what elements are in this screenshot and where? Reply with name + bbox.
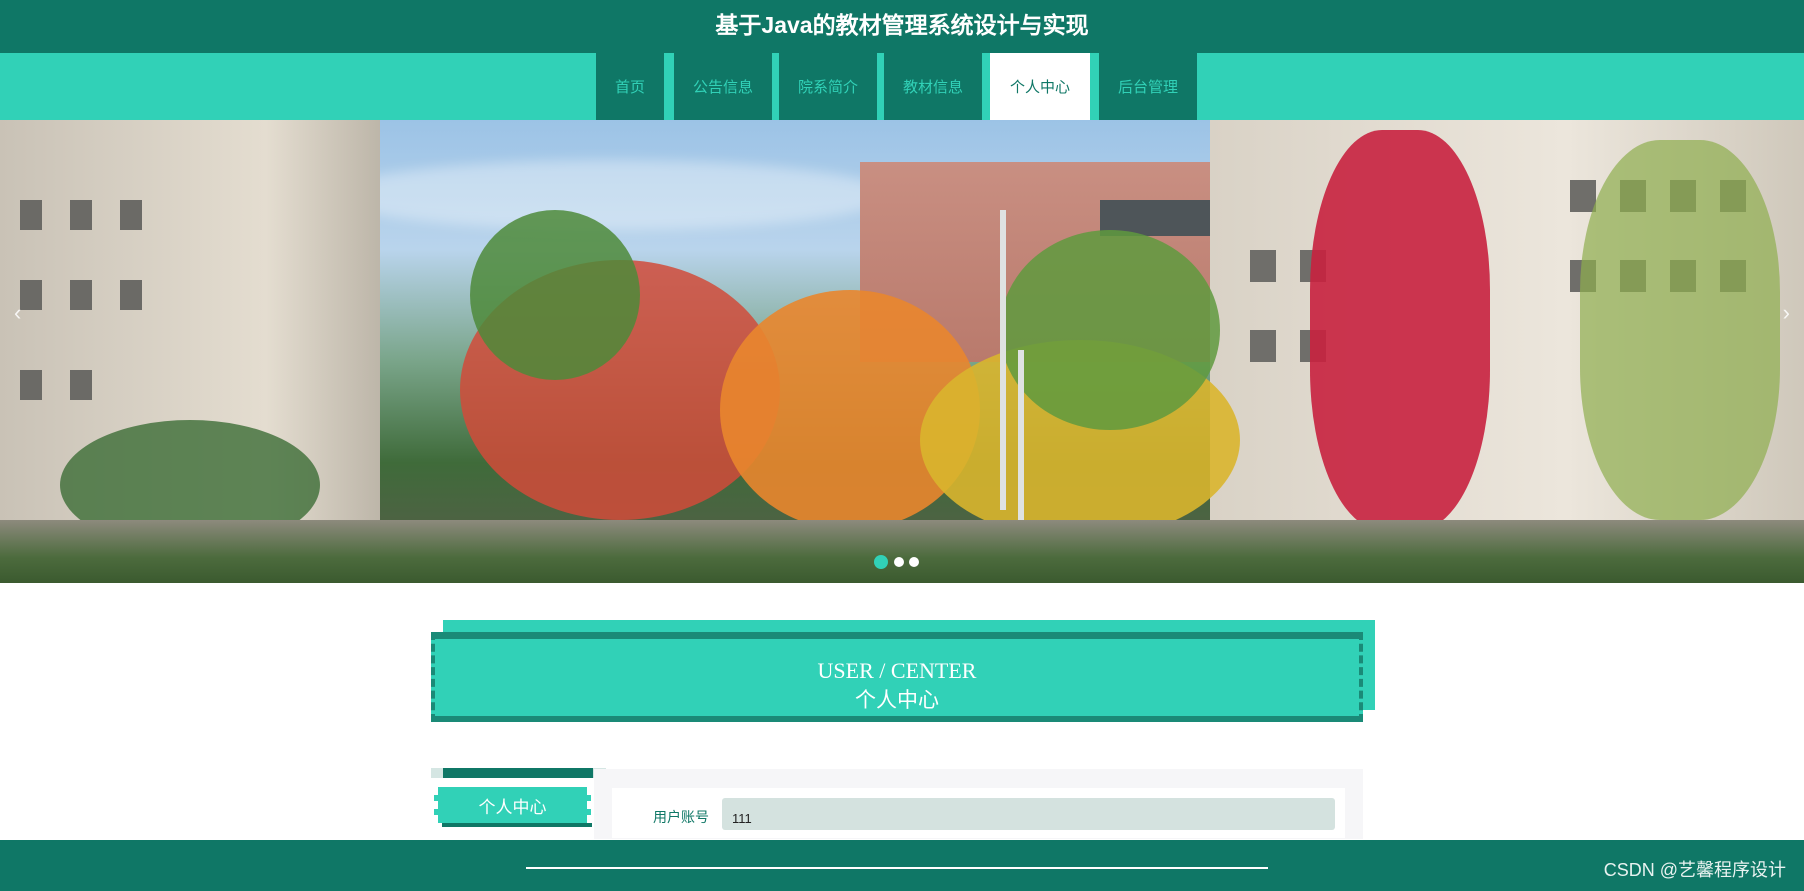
nav-home[interactable]: 首页 bbox=[596, 53, 664, 120]
banner-lamp-post bbox=[1000, 210, 1006, 510]
carousel-dot-3[interactable] bbox=[909, 557, 919, 567]
csdn-watermark: CSDN @艺馨程序设计 bbox=[1603, 860, 1786, 880]
footer: CSDN @艺馨程序设计 bbox=[0, 840, 1804, 891]
banner-cloud bbox=[330, 160, 890, 230]
section-title-cn: 个人中心 bbox=[855, 688, 939, 712]
username-input[interactable] bbox=[722, 798, 1335, 830]
banner-prev-icon[interactable]: ‹ bbox=[14, 300, 21, 326]
site-title: 基于Java的教材管理系统设计与实现 bbox=[0, 0, 1804, 53]
nav-user-center[interactable]: 个人中心 bbox=[990, 53, 1090, 120]
banner-tree-green bbox=[1000, 230, 1220, 430]
main-nav: 首页 公告信息 院系简介 教材信息 个人中心 后台管理 bbox=[0, 53, 1804, 120]
banner-tree-crimson bbox=[1310, 130, 1490, 530]
nav-admin[interactable]: 后台管理 bbox=[1099, 53, 1197, 120]
nav-departments[interactable]: 院系简介 bbox=[779, 53, 877, 120]
carousel-dot-1[interactable] bbox=[874, 555, 888, 569]
banner-next-icon[interactable]: › bbox=[1783, 300, 1790, 326]
footer-divider bbox=[526, 867, 1268, 869]
nav-textbooks[interactable]: 教材信息 bbox=[884, 53, 982, 120]
banner-tree-green-left bbox=[470, 210, 640, 380]
nav-announcements[interactable]: 公告信息 bbox=[674, 53, 772, 120]
carousel-dot-2[interactable] bbox=[894, 557, 904, 567]
section-header-bottom-bar bbox=[431, 716, 1363, 722]
sidebar-item-underline bbox=[442, 823, 592, 827]
banner-tree-willow bbox=[1580, 140, 1780, 520]
section-header: USER / CENTER 个人中心 bbox=[431, 632, 1363, 722]
sidebar-item-user-center[interactable]: 个人中心 bbox=[434, 787, 591, 823]
banner-ground bbox=[0, 520, 1804, 583]
username-label: 用户账号 bbox=[653, 809, 709, 825]
section-title-en: USER / CENTER bbox=[817, 658, 977, 683]
sidebar-top-accent bbox=[443, 768, 593, 778]
banner-carousel[interactable]: ‹ › bbox=[0, 120, 1804, 583]
